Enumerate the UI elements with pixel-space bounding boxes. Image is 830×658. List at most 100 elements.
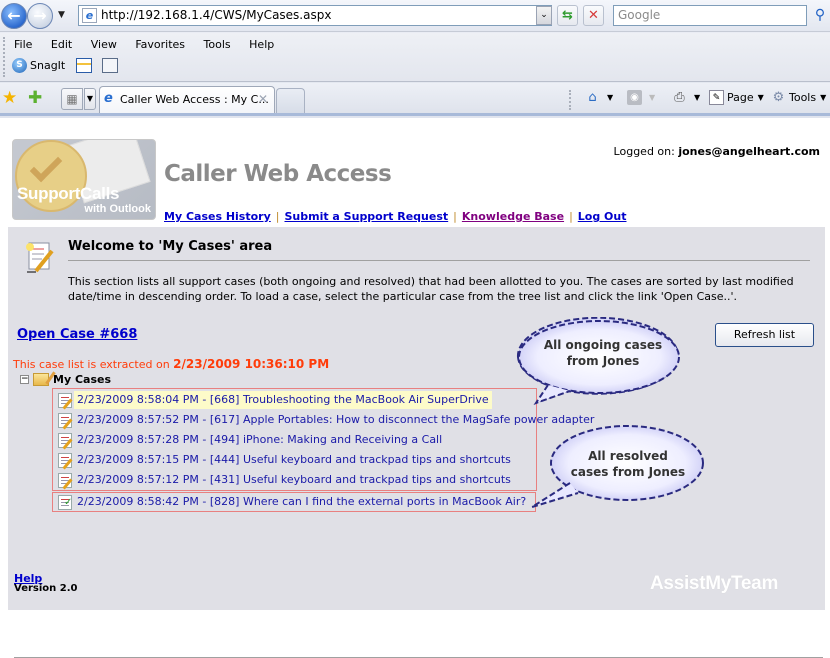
resolved-callout-text: All resolved cases from Jones — [548, 448, 708, 480]
page-menu-button[interactable]: ✎ Page ▼ — [709, 90, 764, 105]
case-item[interactable]: 2/23/2009 8:58:04 PM - [668] Troubleshoo… — [58, 391, 492, 409]
extracted-label: This case list is extracted on — [13, 358, 170, 371]
folder-icon — [33, 373, 49, 386]
menu-bar: File Edit View Favorites Tools Help S Sn… — [0, 33, 830, 82]
forward-button[interactable]: → — [27, 3, 53, 29]
case-label: 2/23/2009 8:57:15 PM - [444] Useful keyb… — [77, 453, 511, 466]
logo-subtext: with Outlook — [84, 203, 151, 215]
stop-button[interactable]: ✕ — [583, 5, 604, 26]
case-item[interactable]: 2/23/2009 8:58:42 PM - [828] Where can I… — [58, 493, 526, 511]
toolbar-grip[interactable] — [3, 37, 5, 77]
ongoing-callout-line1: All ongoing cases — [543, 338, 663, 352]
divider — [68, 260, 810, 261]
my-cases-panel: Welcome to 'My Cases' area This section … — [8, 227, 825, 658]
tab-caller-web-access[interactable]: e Caller Web Access : My C... ✕ — [99, 86, 275, 113]
app-title: Caller Web Access — [164, 161, 392, 187]
resolved-cases-group: 2/23/2009 8:58:42 PM - [828] Where can I… — [52, 492, 536, 512]
history-dropdown[interactable]: ▼ — [58, 10, 65, 20]
welcome-description: This section lists all support cases (bo… — [68, 275, 794, 303]
gear-icon: ⚙ — [772, 90, 785, 105]
quick-tabs-button[interactable]: ▦ — [61, 88, 83, 110]
print-button[interactable]: ⎙ ▼ — [672, 90, 700, 105]
tree-root-my-cases[interactable]: − My Cases — [20, 373, 111, 386]
menu-edit[interactable]: Edit — [51, 38, 72, 51]
nav-my-cases-history[interactable]: My Cases History — [164, 210, 271, 223]
page-icon: e — [82, 8, 97, 23]
chevron-down-icon[interactable]: ▼ — [694, 93, 700, 102]
ongoing-case-icon — [58, 412, 72, 428]
home-button[interactable]: ⌂ ▼ — [585, 90, 613, 105]
snagit-button[interactable]: S SnagIt — [12, 58, 65, 73]
ie-icon: e — [104, 91, 113, 106]
case-label: 2/23/2009 8:57:52 PM - [617] Apple Porta… — [77, 413, 595, 426]
menu-tools[interactable]: Tools — [204, 38, 231, 51]
menu-file[interactable]: File — [14, 38, 32, 51]
window-capture-icon[interactable] — [76, 58, 92, 73]
document-edit-icon — [26, 242, 54, 273]
chevron-down-icon: ▼ — [820, 93, 827, 102]
page-icon: ✎ — [709, 90, 724, 105]
menu-favorites[interactable]: Favorites — [135, 38, 185, 51]
case-label: 2/23/2009 8:57:28 PM - [494] iPhone: Mak… — [77, 433, 443, 446]
case-label: 2/23/2009 8:57:12 PM - [431] Useful keyb… — [77, 473, 511, 486]
extracted-time: 2/23/2009 10:36:10 PM — [173, 357, 330, 371]
tab-bar: ★ ✚ ▦ ▼ e Caller Web Access : My C... ✕ … — [0, 83, 830, 116]
page-menu-label: Page — [727, 91, 754, 104]
open-case-link[interactable]: Open Case #668 — [17, 327, 137, 342]
home-icon: ⌂ — [588, 90, 597, 105]
logo-text: SupportCalls — [17, 184, 120, 203]
url-text: http://192.168.1.4/CWS/MyCases.aspx — [101, 8, 332, 22]
nav-separator: | — [569, 210, 573, 223]
menu-view[interactable]: View — [91, 38, 117, 51]
tools-menu-label: Tools — [789, 91, 817, 104]
chevron-down-icon: ▼ — [757, 93, 764, 102]
resolved-callout-line1: All resolved — [588, 449, 668, 463]
arrow-left-icon: ← — [7, 6, 21, 25]
nav-knowledge-base[interactable]: Knowledge Base — [462, 210, 564, 223]
url-dropdown-button[interactable]: ⌄ — [536, 6, 552, 25]
search-icon[interactable]: ⚲ — [810, 5, 830, 26]
ongoing-case-icon — [58, 432, 72, 448]
resolved-callout-line2: cases from Jones — [570, 465, 686, 479]
close-tab-icon[interactable]: ✕ — [258, 87, 268, 112]
ongoing-case-icon — [58, 472, 72, 488]
menu-items: File Edit View Favorites Tools Help — [14, 38, 289, 51]
favorites-star-icon[interactable]: ★ — [2, 88, 17, 108]
back-button[interactable]: ← — [1, 3, 27, 29]
chevron-down-icon[interactable]: ▼ — [607, 93, 613, 102]
logged-on-status: Logged on: jones@angelheart.com — [614, 145, 820, 158]
tab-list-dropdown[interactable]: ▼ — [84, 88, 96, 110]
nav-separator: | — [275, 210, 280, 223]
new-tab-button[interactable] — [276, 88, 305, 113]
search-input[interactable]: Google — [613, 5, 807, 26]
case-item[interactable]: 2/23/2009 8:57:15 PM - [444] Useful keyb… — [58, 451, 511, 469]
page-content: SupportCalls with Outlook Caller Web Acc… — [0, 119, 830, 658]
snagit-icon: S — [12, 58, 27, 73]
arrow-right-icon: → — [33, 6, 47, 25]
ongoing-case-icon — [58, 392, 72, 408]
extracted-timestamp: This case list is extracted on 2/23/2009… — [13, 357, 329, 371]
assistmyteam-logo: AssistMyTeam — [650, 573, 779, 594]
ongoing-callout-text: All ongoing cases from Jones — [518, 337, 688, 369]
case-item[interactable]: 2/23/2009 8:57:28 PM - [494] iPhone: Mak… — [58, 431, 442, 449]
url-input[interactable]: e http://192.168.1.4/CWS/MyCases.aspx — [78, 5, 552, 26]
rss-icon: ◉ — [627, 90, 642, 105]
chevron-down-icon[interactable]: ▼ — [649, 93, 655, 102]
supportcalls-logo: SupportCalls with Outlook — [12, 139, 156, 220]
collapse-icon[interactable]: − — [20, 375, 29, 384]
case-item[interactable]: 2/23/2009 8:57:52 PM - [617] Apple Porta… — [58, 411, 594, 429]
nav-log-out[interactable]: Log Out — [578, 210, 627, 223]
tools-menu-button[interactable]: ⚙ Tools ▼ — [771, 90, 827, 105]
ongoing-case-icon — [58, 452, 72, 468]
tab-title: Caller Web Access : My C... — [120, 93, 269, 106]
refresh-button[interactable]: ⇆ — [557, 5, 578, 26]
menu-help[interactable]: Help — [249, 38, 274, 51]
capture-settings-icon[interactable] — [102, 58, 118, 73]
case-item[interactable]: 2/23/2009 8:57:12 PM - [431] Useful keyb… — [58, 471, 511, 489]
logged-on-label: Logged on: — [613, 145, 675, 158]
refresh-list-button[interactable]: Refresh list — [715, 323, 814, 347]
add-favorite-icon[interactable]: ✚ — [28, 88, 42, 108]
feeds-button[interactable]: ◉ ▼ — [627, 90, 655, 105]
nav-submit-support-request[interactable]: Submit a Support Request — [284, 210, 448, 223]
nav-separator: | — [453, 210, 457, 223]
